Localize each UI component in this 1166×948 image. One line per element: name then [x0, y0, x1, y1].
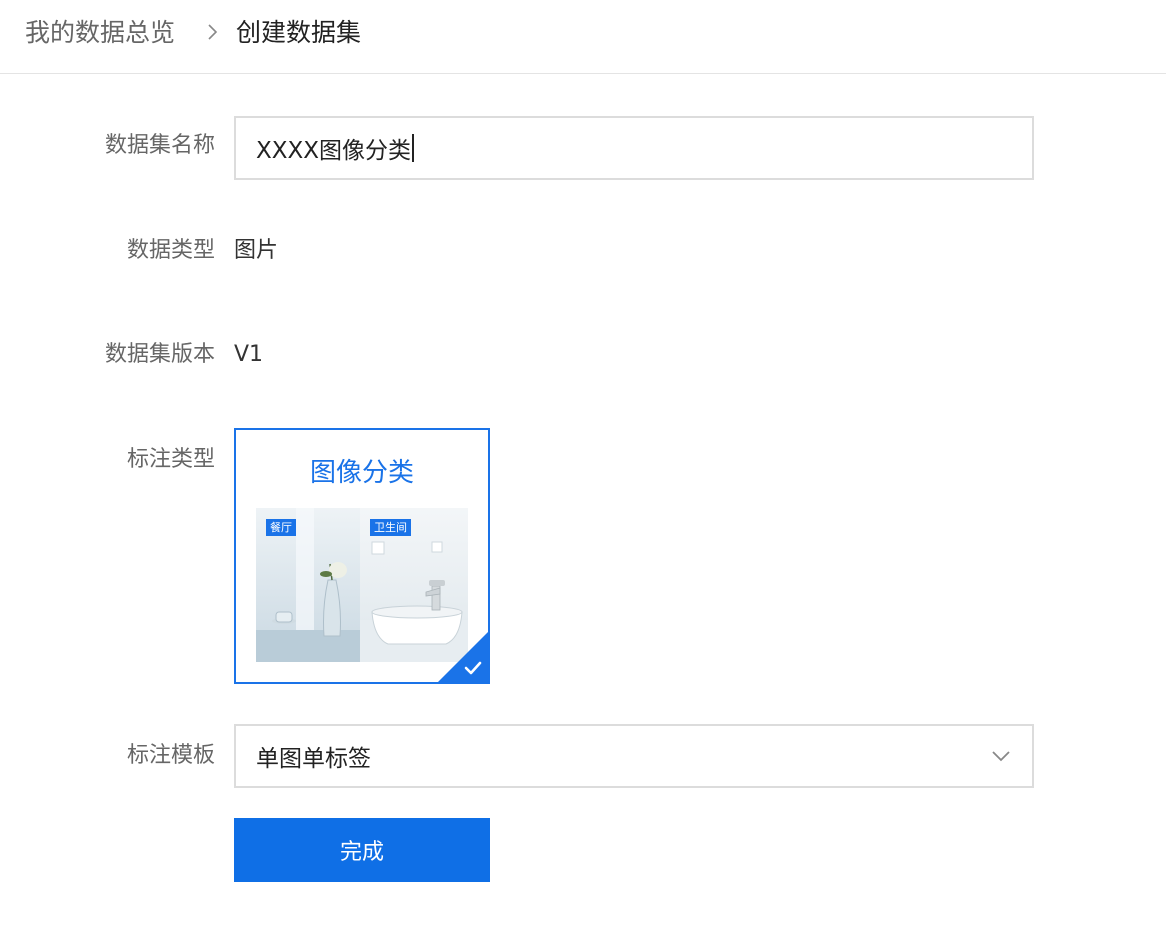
- done-button[interactable]: 完成: [234, 818, 490, 882]
- tag-dining-room: 餐厅: [266, 519, 296, 536]
- top-bar: 我的数据总览 创建数据集: [0, 0, 1166, 74]
- annotation-template-select[interactable]: 单图单标签: [234, 724, 1034, 788]
- annotation-type-card-title: 图像分类: [309, 458, 414, 488]
- dataset-name-input[interactable]: XXXX图像分类: [234, 116, 1034, 180]
- data-type-label: 数据类型: [126, 238, 215, 263]
- breadcrumb-root-link[interactable]: 我的数据总览: [25, 17, 175, 49]
- annotation-template-label: 标注模板: [126, 743, 215, 768]
- tag-bathroom: 卫生间: [370, 519, 411, 536]
- chevron-down-icon: [992, 751, 1010, 762]
- dataset-name-label: 数据集名称: [104, 133, 215, 158]
- checkmark-icon: [438, 632, 488, 682]
- dataset-version-label: 数据集版本: [104, 342, 215, 367]
- page-title: 创建数据集: [236, 18, 362, 47]
- chevron-right-icon: [208, 24, 218, 40]
- data-type-value: 图片: [234, 238, 279, 263]
- annotation-type-card-image-classification[interactable]: 图像分类 餐厅 卫生间: [234, 428, 490, 684]
- annotation-type-label: 标注类型: [126, 447, 215, 472]
- annotation-template-value: 单图单标签: [256, 746, 371, 772]
- dataset-version-value: V1: [234, 342, 264, 367]
- text-caret: [412, 134, 415, 162]
- dataset-name-value: XXXX图像分类: [256, 138, 412, 164]
